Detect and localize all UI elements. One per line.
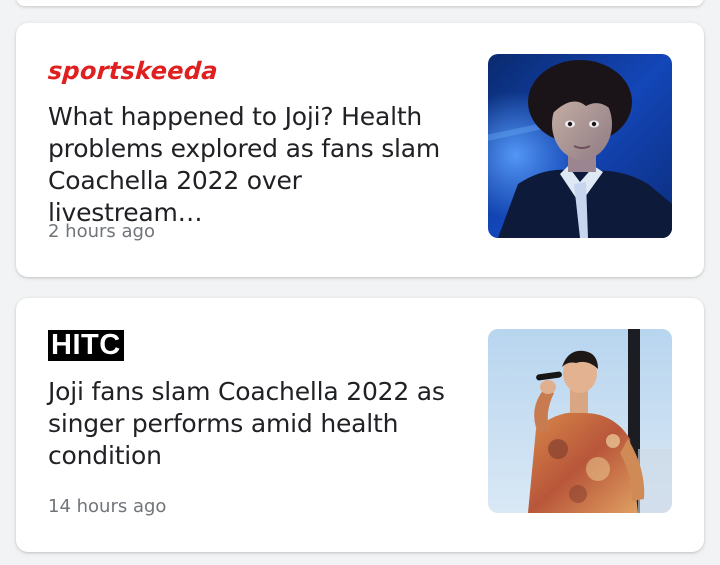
article-headline[interactable]: Joji fans slam Coachella 2022 as singer … — [48, 376, 462, 472]
article-thumbnail[interactable] — [488, 54, 672, 238]
source-logo-hitc: HITC — [48, 330, 124, 361]
news-card[interactable]: HITC Joji fans slam Coachella 2022 as si… — [16, 298, 704, 552]
joji-performing-image — [488, 329, 672, 513]
news-card[interactable]: sportskeeda What happened to Joji? Healt… — [16, 23, 704, 277]
article-thumbnail[interactable] — [488, 329, 672, 513]
article-timestamp: 2 hours ago — [48, 221, 155, 242]
article-headline[interactable]: What happened to Joji? Health problems e… — [48, 101, 462, 229]
source-logo-sportskeeda: sportskeeda — [47, 57, 219, 85]
previous-card-edge — [16, 0, 704, 6]
article-timestamp: 14 hours ago — [48, 496, 167, 517]
joji-portrait-image — [488, 54, 672, 238]
